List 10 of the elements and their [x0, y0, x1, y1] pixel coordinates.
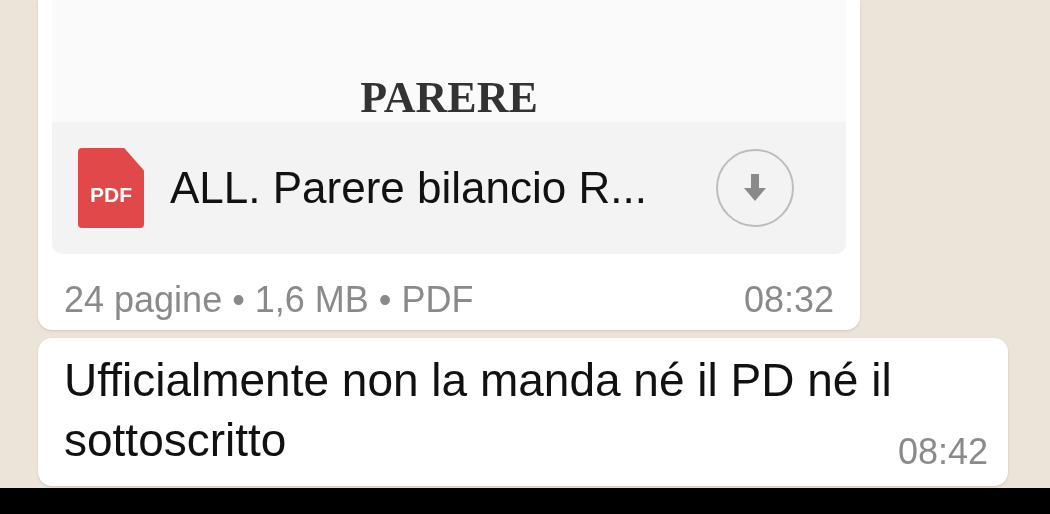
file-details: 24 pagine • 1,6 MB • PDF: [64, 282, 474, 318]
pdf-file-icon: PDF: [78, 148, 144, 228]
message-text: Ufficialmente non la manda né il PD né il sottoscritto: [64, 353, 893, 468]
file-row[interactable]: PDF ALL. Parere bilancio R...: [52, 122, 846, 254]
file-name: ALL. Parere bilancio R...: [170, 162, 647, 214]
download-button[interactable]: [716, 149, 794, 227]
document-title: PARERE: [360, 76, 538, 120]
download-icon: [743, 174, 767, 202]
message-time: 08:32: [743, 282, 834, 318]
message-time: 08:42: [897, 434, 988, 470]
